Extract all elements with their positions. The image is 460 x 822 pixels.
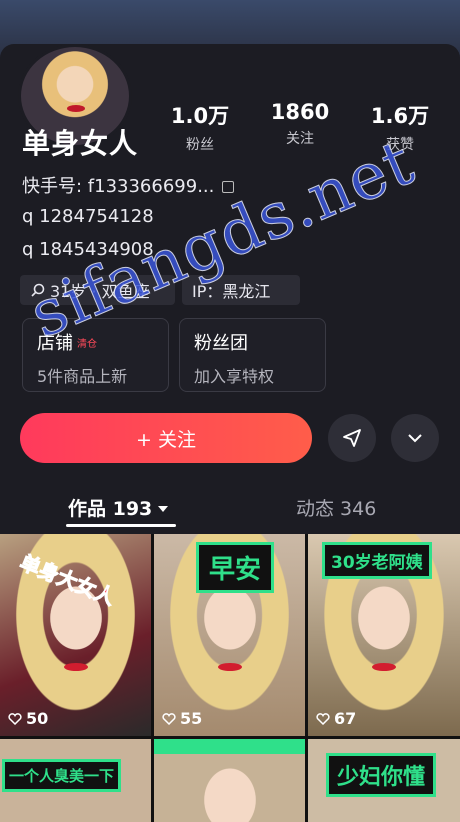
heart-icon: [316, 712, 330, 725]
post-likes-count: 50: [26, 709, 49, 728]
age-tag: 31岁 · 双鱼座: [20, 275, 175, 305]
shop-badge: 清仓: [77, 338, 97, 350]
tab-indicator: [66, 524, 176, 527]
fan-club-title: 粉丝团: [194, 333, 248, 354]
post-caption: 少妇你懂: [326, 753, 437, 797]
stat-value: 1.0万: [170, 104, 230, 128]
stat-value: 1860: [270, 100, 330, 124]
post-likes-count: 67: [334, 709, 357, 728]
post-likes: 55: [162, 709, 202, 728]
fan-club-subtitle: 加入享特权: [194, 367, 275, 386]
stat-label: 关注: [286, 131, 314, 147]
post-thumbnail-face: [339, 572, 429, 673]
fan-club-card[interactable]: 粉丝团 加入享特权: [179, 318, 326, 392]
post-thumbnail-lips: [372, 663, 396, 672]
chevron-down-icon: [408, 434, 422, 443]
content-tabs: 作品 193 动态 346: [0, 494, 460, 527]
kuaishou-id-row[interactable]: 快手号: f133366699...: [22, 172, 235, 198]
search-icon: [31, 283, 45, 297]
post-grid: 单身大女人 50 早安 55 30岁老阿姨 67 一个人臭美一下 少妇你懂: [0, 534, 460, 822]
bio-line-2: q 1845434908: [22, 239, 154, 260]
follow-button[interactable]: + 关注: [20, 413, 312, 463]
post-thumbnail-lips: [217, 663, 242, 672]
post-likes: 50: [8, 709, 48, 728]
stat-label: 获赞: [386, 137, 414, 153]
shop-card[interactable]: 店铺 清仓 5件商品上新: [22, 318, 169, 392]
kuaishou-id: 快手号: f133366699...: [22, 176, 215, 197]
profile-name: 单身女人: [22, 127, 139, 160]
tab-works-label: 作品 193: [68, 498, 153, 520]
caret-down-icon: [158, 506, 169, 512]
post-item[interactable]: 一个人臭美一下: [0, 739, 151, 822]
post-caption: 早安: [196, 542, 275, 593]
post-item[interactable]: 单身大女人 50: [0, 534, 151, 736]
stat-label: 粉丝: [186, 137, 214, 153]
shop-title: 店铺: [37, 333, 73, 354]
post-thumbnail-face: [184, 755, 275, 822]
stat-value: 1.6万: [370, 104, 430, 128]
age-tag-label: 31岁 · 双鱼座: [50, 282, 150, 301]
stat-following[interactable]: 1860 关注: [255, 100, 345, 154]
profile-page: 1.0万 粉丝 1860 关注 1.6万 获赞 单身女人 快手号: f13336…: [0, 0, 460, 822]
send-icon: [343, 429, 361, 447]
stat-fans[interactable]: 1.0万 粉丝: [155, 100, 245, 154]
heart-icon: [162, 712, 176, 725]
stat-likes[interactable]: 1.6万 获赞: [355, 100, 445, 154]
stats-row: 1.0万 粉丝 1860 关注 1.6万 获赞: [150, 100, 450, 154]
tab-works[interactable]: 作品 193: [68, 494, 169, 521]
post-likes: 67: [316, 709, 356, 728]
post-item[interactable]: 30岁老阿姨 67: [308, 534, 460, 736]
copy-icon[interactable]: [222, 181, 235, 193]
more-button[interactable]: [391, 414, 439, 462]
ip-tag: IP：黑龙江: [182, 275, 300, 305]
post-caption: 一个人臭美一下: [2, 759, 122, 792]
shop-subtitle: 5件商品上新: [37, 367, 128, 386]
tab-dynamic[interactable]: 动态 346: [296, 494, 376, 521]
bio-line-1: q 1284754128: [22, 206, 154, 227]
share-button[interactable]: [328, 414, 376, 462]
post-item[interactable]: 早安 55: [154, 534, 305, 736]
heart-icon: [8, 712, 22, 725]
post-caption: 30岁老阿姨: [322, 542, 432, 579]
post-likes-count: 55: [180, 709, 203, 728]
post-item[interactable]: [154, 739, 305, 822]
post-item[interactable]: 少妇你懂: [308, 739, 460, 822]
post-thumbnail-lips: [63, 663, 88, 672]
